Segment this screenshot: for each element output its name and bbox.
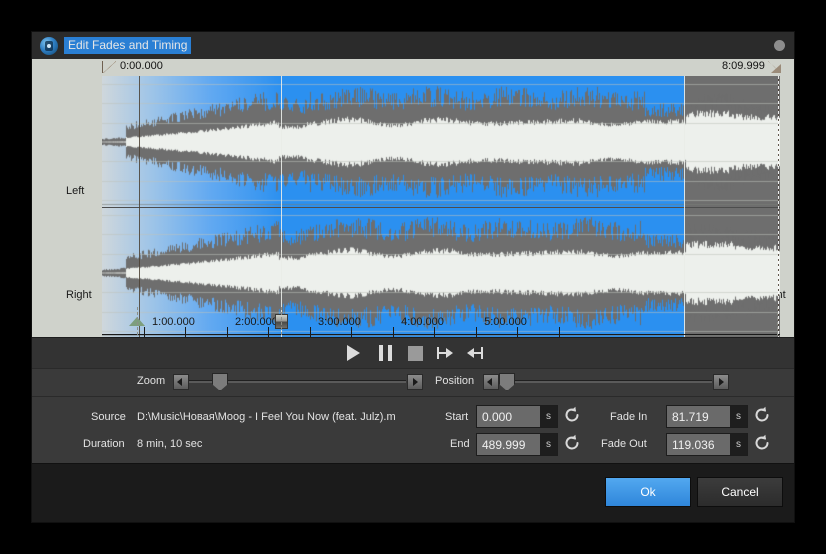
waveform-canvas-area[interactable] [102,76,780,337]
cancel-button[interactable]: Cancel [697,477,783,507]
fade-in-label: Fade In [610,411,648,423]
zoom-label: Zoom [137,375,166,387]
fade-out-unit: s [730,434,747,455]
duration-label: Duration [83,438,125,450]
fade-out-start-line[interactable] [684,76,685,337]
play-button[interactable] [343,344,363,362]
duration-value: 8 min, 10 sec [137,438,203,450]
go-to-end-button[interactable] [435,344,455,362]
title-bar[interactable]: Edit Fades and Timing [32,32,794,59]
media-disc-icon [40,36,58,55]
start-input[interactable]: 0.000 s [476,405,558,428]
position-increase-button[interactable] [713,374,729,390]
channel-label-left: Left [66,185,85,197]
selection-end-time: 8:09.999 [722,60,765,72]
end-input-value[interactable]: 489.999 [477,434,540,455]
selection-end-flag-icon[interactable] [768,61,781,73]
pause-button[interactable] [375,344,395,362]
ok-button[interactable]: Ok [605,477,691,507]
position-label: Position [435,375,475,387]
start-reset-button[interactable] [562,405,582,425]
end-reset-button[interactable] [562,433,582,453]
go-to-start-button[interactable] [465,344,485,362]
position-decrease-button[interactable] [483,374,499,390]
dialog-footer: Ok Cancel [32,463,794,522]
position-slider-track[interactable] [499,380,712,383]
marker-ruler[interactable]: 0:00.000 8:09.999 [32,59,794,76]
start-unit: s [540,406,557,427]
edit-fades-dialog: Edit Fades and Timing 0:00.000 8:09.999 … [32,32,794,522]
transport-bar [32,337,794,368]
selection-start-time: 0:00.000 [120,60,163,72]
window-close-icon[interactable] [774,40,785,51]
end-input[interactable]: 489.999 s [476,433,558,456]
end-label: End [450,438,470,450]
position-slider-thumb[interactable] [499,373,515,391]
fade-in-unit: s [730,406,747,427]
channel-label-right: Right [66,289,92,301]
fade-out-label: Fade Out [601,438,647,450]
zoom-increase-button[interactable] [407,374,423,390]
start-input-value[interactable]: 0.000 [477,406,540,427]
fade-in-end-line[interactable] [281,76,282,337]
end-unit: s [540,434,557,455]
selection-end-line[interactable] [778,76,779,337]
start-label: Start [445,411,469,423]
settings-panel: Source D:\Music\Новая\Moog - I Feel You … [32,396,794,467]
stop-button[interactable] [405,344,425,362]
fade-in-start-line[interactable] [139,76,140,337]
source-value: D:\Music\Новая\Moog - I Feel You Now (fe… [137,411,396,423]
fade-in-input[interactable]: 81.719 s [666,405,748,428]
window-title: Edit Fades and Timing [64,37,192,54]
channel-divider [102,207,780,208]
fade-in-input-value[interactable]: 81.719 [667,406,730,427]
selection-start-flag-icon[interactable] [102,61,116,73]
fade-in-reset-button[interactable] [752,405,772,425]
fade-out-input[interactable]: 119.036 s [666,433,748,456]
fade-out-reset-button[interactable] [752,433,772,453]
waveform-panel[interactable]: 0:00.000 8:09.999 Left Right Left Right … [32,59,794,337]
slider-bar: Zoom Position [32,368,794,396]
zoom-slider-thumb[interactable] [212,373,228,391]
zoom-decrease-button[interactable] [173,374,189,390]
fade-out-input-value[interactable]: 119.036 [667,434,730,455]
source-label: Source [91,411,126,423]
